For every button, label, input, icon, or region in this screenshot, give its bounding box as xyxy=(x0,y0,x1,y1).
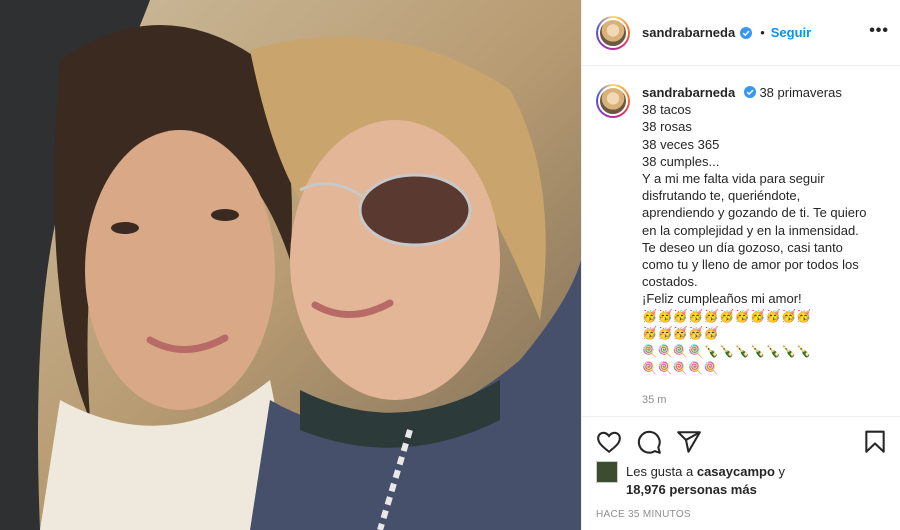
caption-line: sandrabarneda 38 primaveras xyxy=(642,84,887,101)
emoji-row: 🥳🥳🥳🥳🥳 xyxy=(642,326,720,341)
comment-icon[interactable] xyxy=(636,429,662,455)
bookmark-icon[interactable] xyxy=(862,429,888,455)
separator-dot: • xyxy=(760,25,765,40)
caption-line: 38 veces 365 xyxy=(642,136,720,152)
avatar[interactable] xyxy=(596,15,630,50)
caption-line: en la complejidad y en la inmensidad. xyxy=(642,222,859,238)
share-icon[interactable] xyxy=(676,429,702,455)
caption-line: como tu y lleno de amor por todos los xyxy=(642,257,859,273)
liker-avatar[interactable] xyxy=(596,461,618,483)
post-photo[interactable] xyxy=(0,0,581,530)
caption-line: ¡Feliz cumpleaños mi amor! xyxy=(642,291,802,307)
caption-avatar[interactable] xyxy=(596,84,630,118)
emoji-row: 🍭🍭🍭🍭🍾🍾🍾🍾🍾🍾🍾 xyxy=(642,343,812,358)
username-link[interactable]: sandrabarneda xyxy=(642,25,735,40)
action-icons xyxy=(596,429,888,455)
caption-text: 38 primaveras xyxy=(759,85,842,100)
likes-count-link[interactable]: 18,976 personas más xyxy=(626,482,757,497)
caption: sandrabarneda 38 primaveras 38 tacos 38 … xyxy=(642,84,887,416)
follow-button[interactable]: Seguir xyxy=(771,25,811,40)
heart-icon[interactable] xyxy=(596,429,622,455)
comments-area: sandrabarneda 38 primaveras 38 tacos 38 … xyxy=(582,66,900,416)
caption-line: 38 rosas xyxy=(642,119,692,135)
caption-time[interactable]: 35 m xyxy=(642,392,887,409)
caption-username-link[interactable]: sandrabarneda xyxy=(642,85,735,100)
post-header: sandrabarneda • Seguir ••• xyxy=(582,0,900,66)
likes-prefix: Les gusta a xyxy=(626,464,694,479)
emoji-row: 🥳🥳🥳🥳🥳🥳🥳🥳🥳🥳🥳 xyxy=(642,308,812,323)
caption-line: disfrutando te, queriéndote, xyxy=(642,188,801,204)
caption-line: costados. xyxy=(642,274,698,290)
caption-line: Y a mi me falta vida para seguir xyxy=(642,171,825,187)
verified-badge-icon xyxy=(743,86,756,98)
liker-username-link[interactable]: casaycampo xyxy=(697,464,775,479)
caption-line: 38 tacos xyxy=(642,102,692,118)
likes-text: Les gusta a casaycampo y 18,976 personas… xyxy=(626,463,785,499)
instagram-post: sandrabarneda • Seguir ••• sandrabarneda… xyxy=(0,0,900,530)
post-timestamp[interactable]: HACE 35 MINUTOS xyxy=(596,509,691,520)
emoji-row: 🍭🍭🍭🍭🍭 xyxy=(642,361,720,376)
likes-connector: y xyxy=(778,464,786,479)
more-options-icon[interactable]: ••• xyxy=(869,22,889,40)
selfie-illustration xyxy=(0,0,581,530)
verified-badge-icon xyxy=(740,26,753,39)
post-sidebar: sandrabarneda • Seguir ••• sandrabarneda… xyxy=(581,0,900,530)
caption-line: 38 cumples... xyxy=(642,153,720,169)
caption-line: aprendiendo y gozando de ti. Te quiero xyxy=(642,205,867,221)
likes-summary: Les gusta a casaycampo y 18,976 personas… xyxy=(596,461,785,499)
caption-line: Te deseo un día gozoso, casi tanto xyxy=(642,239,843,255)
post-actions: Les gusta a casaycampo y 18,976 personas… xyxy=(582,416,900,530)
